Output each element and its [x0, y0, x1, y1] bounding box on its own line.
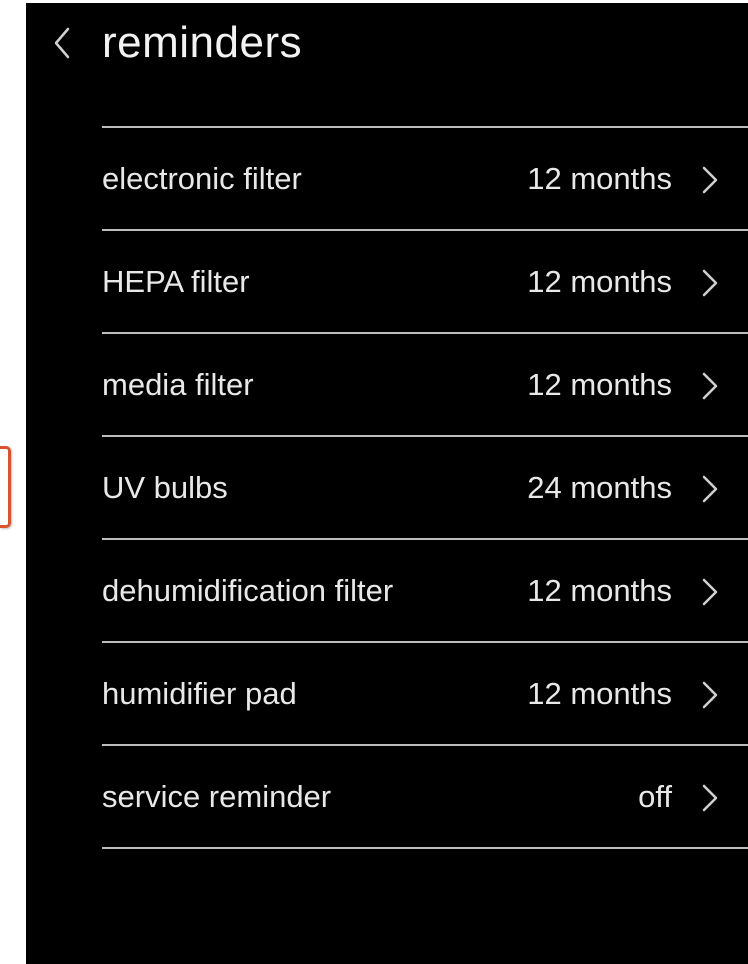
chevron-right-icon: [702, 269, 718, 297]
reminder-value: 12 months: [527, 264, 672, 299]
chevron-right-icon: [702, 784, 718, 812]
reminder-row-service-reminder[interactable]: service reminder off: [102, 746, 748, 849]
chevron-right-icon: [702, 681, 718, 709]
back-button[interactable]: [48, 23, 78, 63]
chevron-right-icon: [702, 578, 718, 606]
reminder-label: service reminder: [102, 779, 332, 814]
reminder-label: UV bulbs: [102, 470, 228, 505]
reminder-label: HEPA filter: [102, 264, 250, 299]
reminder-value: off: [638, 779, 672, 814]
reminder-label: electronic filter: [102, 161, 302, 196]
reminder-value: 12 months: [527, 161, 672, 196]
reminder-row-dehumidification-filter[interactable]: dehumidification filter 12 months: [102, 540, 748, 643]
reminder-list: electronic filter 12 months HEPA filter …: [102, 126, 748, 849]
reminder-label: media filter: [102, 367, 254, 402]
reminder-row-electronic-filter[interactable]: electronic filter 12 months: [102, 128, 748, 231]
reminder-value: 12 months: [527, 573, 672, 608]
reminder-label: dehumidification filter: [102, 573, 394, 608]
reminder-value: 24 months: [527, 470, 672, 505]
chevron-right-icon: [702, 475, 718, 503]
reminder-row-humidifier-pad[interactable]: humidifier pad 12 months: [102, 643, 748, 746]
side-tab-handle[interactable]: [0, 446, 11, 528]
header: reminders: [26, 3, 748, 93]
page-title: reminders: [102, 18, 303, 67]
reminders-screen: reminders electronic filter 12 months HE…: [26, 3, 748, 964]
reminder-value: 12 months: [527, 367, 672, 402]
reminder-label: humidifier pad: [102, 676, 297, 711]
reminder-value: 12 months: [527, 676, 672, 711]
chevron-right-icon: [702, 372, 718, 400]
reminder-row-uv-bulbs[interactable]: UV bulbs 24 months: [102, 437, 748, 540]
chevron-right-icon: [702, 166, 718, 194]
reminder-row-hepa-filter[interactable]: HEPA filter 12 months: [102, 231, 748, 334]
reminder-row-media-filter[interactable]: media filter 12 months: [102, 334, 748, 437]
chevron-left-icon: [54, 27, 70, 59]
